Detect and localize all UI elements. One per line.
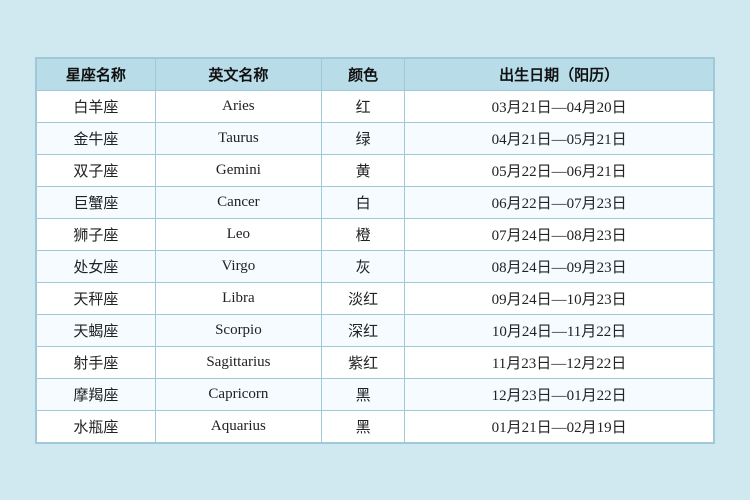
cell-en: Aries — [155, 90, 321, 122]
table-row: 白羊座Aries红03月21日—04月20日 — [37, 90, 714, 122]
cell-date: 11月23日—12月22日 — [405, 346, 714, 378]
cell-date: 01月21日—02月19日 — [405, 410, 714, 442]
cell-en: Capricorn — [155, 378, 321, 410]
cell-date: 04月21日—05月21日 — [405, 122, 714, 154]
table-row: 处女座Virgo灰08月24日—09月23日 — [37, 250, 714, 282]
cell-zh: 摩羯座 — [37, 378, 156, 410]
cell-zh: 处女座 — [37, 250, 156, 282]
cell-en: Virgo — [155, 250, 321, 282]
cell-en: Leo — [155, 218, 321, 250]
cell-zh: 天蝎座 — [37, 314, 156, 346]
table-row: 水瓶座Aquarius黑01月21日—02月19日 — [37, 410, 714, 442]
cell-zh: 巨蟹座 — [37, 186, 156, 218]
table-row: 金牛座Taurus绿04月21日—05月21日 — [37, 122, 714, 154]
cell-color: 黑 — [322, 410, 405, 442]
cell-color: 黑 — [322, 378, 405, 410]
cell-date: 03月21日—04月20日 — [405, 90, 714, 122]
header-en: 英文名称 — [155, 58, 321, 90]
cell-zh: 白羊座 — [37, 90, 156, 122]
cell-date: 09月24日—10月23日 — [405, 282, 714, 314]
cell-zh: 射手座 — [37, 346, 156, 378]
cell-en: Sagittarius — [155, 346, 321, 378]
table-row: 天蝎座Scorpio深红10月24日—11月22日 — [37, 314, 714, 346]
cell-zh: 双子座 — [37, 154, 156, 186]
cell-color: 深红 — [322, 314, 405, 346]
cell-date: 06月22日—07月23日 — [405, 186, 714, 218]
cell-en: Aquarius — [155, 410, 321, 442]
table-row: 双子座Gemini黄05月22日—06月21日 — [37, 154, 714, 186]
cell-color: 淡红 — [322, 282, 405, 314]
cell-date: 07月24日—08月23日 — [405, 218, 714, 250]
cell-zh: 狮子座 — [37, 218, 156, 250]
header-date: 出生日期（阳历） — [405, 58, 714, 90]
table-row: 狮子座Leo橙07月24日—08月23日 — [37, 218, 714, 250]
cell-color: 橙 — [322, 218, 405, 250]
table-row: 巨蟹座Cancer白06月22日—07月23日 — [37, 186, 714, 218]
cell-en: Libra — [155, 282, 321, 314]
cell-date: 08月24日—09月23日 — [405, 250, 714, 282]
cell-color: 紫红 — [322, 346, 405, 378]
cell-zh: 金牛座 — [37, 122, 156, 154]
cell-zh: 天秤座 — [37, 282, 156, 314]
cell-date: 12月23日—01月22日 — [405, 378, 714, 410]
table-row: 射手座Sagittarius紫红11月23日—12月22日 — [37, 346, 714, 378]
cell-en: Taurus — [155, 122, 321, 154]
cell-zh: 水瓶座 — [37, 410, 156, 442]
table-header-row: 星座名称 英文名称 颜色 出生日期（阳历） — [37, 58, 714, 90]
cell-color: 白 — [322, 186, 405, 218]
cell-date: 10月24日—11月22日 — [405, 314, 714, 346]
cell-color: 灰 — [322, 250, 405, 282]
cell-en: Gemini — [155, 154, 321, 186]
cell-date: 05月22日—06月21日 — [405, 154, 714, 186]
table-row: 摩羯座Capricorn黑12月23日—01月22日 — [37, 378, 714, 410]
cell-color: 绿 — [322, 122, 405, 154]
cell-en: Cancer — [155, 186, 321, 218]
cell-en: Scorpio — [155, 314, 321, 346]
cell-color: 黄 — [322, 154, 405, 186]
table-row: 天秤座Libra淡红09月24日—10月23日 — [37, 282, 714, 314]
header-zh: 星座名称 — [37, 58, 156, 90]
zodiac-table: 星座名称 英文名称 颜色 出生日期（阳历） 白羊座Aries红03月21日—04… — [35, 57, 715, 444]
cell-color: 红 — [322, 90, 405, 122]
header-color: 颜色 — [322, 58, 405, 90]
